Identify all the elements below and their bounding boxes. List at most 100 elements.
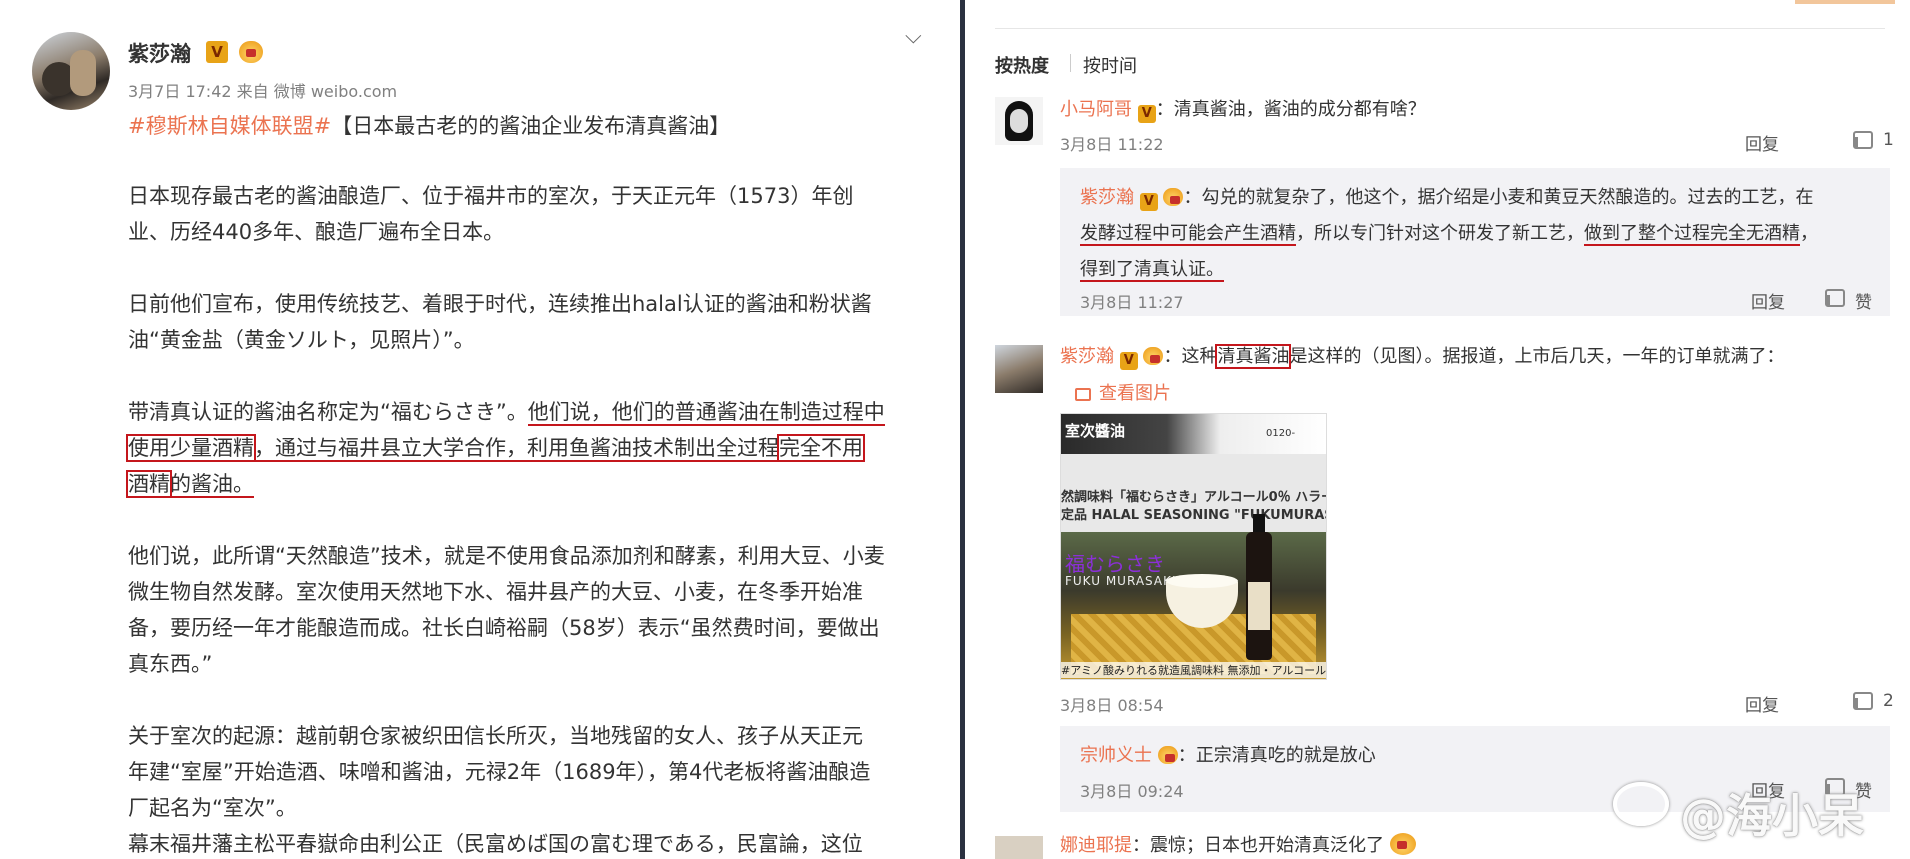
- like-icon[interactable]: [1825, 289, 1845, 307]
- text-line: 得到了清真认证。: [1080, 252, 1818, 288]
- member-crown-icon: [1157, 746, 1178, 764]
- comment-1: 小马阿哥 V ：清真酱油，酱油的成分都有啥？: [1060, 95, 1426, 123]
- commenter-name[interactable]: 小马阿哥: [1060, 99, 1132, 120]
- reply-time: 3月8日 09:24: [1080, 782, 1184, 801]
- image-phone-text: 0120-: [1266, 428, 1296, 439]
- comment-text: ：这种: [1163, 346, 1218, 367]
- reply-1: 紫莎瀚 V ：勾兑的就复杂了，他这个，据介绍是小麦和黄豆天然酿造的。过去的工艺，…: [1080, 180, 1818, 288]
- comment-text: ：正宗清真吃的就是放心: [1177, 745, 1376, 766]
- highlighted-text: 得到了清真认证。: [1080, 259, 1224, 282]
- text-line: 日本现存最古老的酱油酿造厂、位于福井市的室次，于天正元年（1573）年创: [128, 184, 854, 208]
- comments-panel: 按热度 按时间 小马阿哥 V ：清真酱油，酱油的成分都有啥？ 3月8日 11:22…: [965, 0, 1910, 859]
- text-line: 备，要历经一年才能酿造而成。社长白崎裕嗣（58岁）表示“虽然费时间，要做出: [128, 616, 880, 640]
- emoji-icon: [1389, 833, 1416, 855]
- reply-time: 3月8日 11:27: [1080, 293, 1184, 312]
- chevron-down-icon[interactable]: ⌵: [905, 24, 922, 49]
- poster-name[interactable]: 紫莎瀚: [128, 38, 191, 68]
- image-icon: [1075, 388, 1091, 401]
- text-line: 使用少量酒精，通过与福井县立大学合作，利用鱼酱油技术制出全过程完全不用: [126, 430, 938, 466]
- weibo-logo-icon: [1613, 782, 1669, 826]
- text-span: 带清真认证的酱油名称定为“福むらさき”。: [128, 400, 528, 424]
- text-line: 年建“室屋”开始造酒、味噌和酱油，元禄2年（1689年），第4代老板将酱油酿造: [128, 760, 871, 784]
- paragraph-5: 关于室次的起源：越前朝仓家被织田信长所灭，当地残留的女人、孩子从天正元 年建“室…: [128, 718, 938, 859]
- like-count: 2: [1883, 691, 1894, 711]
- highlighted-text: 发酵过程中可能会产生酒精: [1080, 223, 1296, 246]
- text-line: 酒精的酱油。: [126, 466, 938, 502]
- comment-text: ：勾兑的就复杂了，他这个，据介绍是小麦和黄豆天然酿造的。过去的工艺，在: [1183, 187, 1814, 208]
- text-line: 厂起名为“室次”。: [128, 796, 297, 820]
- product-image[interactable]: 室次醬油 0120- 然調味料「福むらさき」アルコール0％ ハラール 定品 HA…: [1060, 413, 1327, 680]
- highlighted-text: 使用少量酒精: [126, 434, 256, 462]
- image-header-text: 然調味料「福むらさき」アルコール0％ ハラール: [1061, 490, 1327, 505]
- comment-text: ，: [1800, 223, 1818, 244]
- comment-text: ：震惊；日本也开始清真泛化了: [1132, 835, 1384, 856]
- like-button[interactable]: 赞: [1855, 288, 1872, 313]
- comment-text: 是这样的（见图）。据报道，上市后几天，一年的订单就满了：: [1289, 346, 1785, 367]
- highlighted-text: 做到了整个过程完全无酒精: [1584, 223, 1800, 246]
- like-count: 1: [1883, 130, 1894, 150]
- commenter-avatar[interactable]: [995, 345, 1043, 393]
- highlighted-text: 的酱油。: [170, 472, 254, 498]
- commenter-name[interactable]: 紫莎瀚: [1060, 346, 1114, 367]
- comment-text: ：清真酱油，酱油的成分都有啥？: [1155, 99, 1426, 120]
- highlighted-text: 酒精: [126, 470, 172, 498]
- view-image-link[interactable]: 查看图片: [1075, 379, 1171, 405]
- text-line: 微生物自然发酵。室次使用天然地下水、福井县产的大豆、小麦，在冬季开始准: [128, 580, 863, 604]
- text-line: 真东西。”: [128, 652, 213, 676]
- commenter-avatar[interactable]: [995, 97, 1043, 145]
- comment-time: 3月8日 11:22: [1060, 135, 1164, 154]
- corner-button[interactable]: [1795, 0, 1895, 4]
- paragraph-1: 日本现存最古老的酱油酿造厂、位于福井市的室次，于天正元年（1573）年创 业、历…: [128, 178, 938, 250]
- post-meta: 3月7日 17:42 来自 微博 weibo.com: [128, 82, 398, 101]
- image-brand-text: 福むらさき: [1065, 552, 1165, 576]
- text-line: 紫莎瀚 V ：勾兑的就复杂了，他这个，据介绍是小麦和黄豆天然酿造的。过去的工艺，…: [1080, 180, 1818, 216]
- member-crown-icon: [1143, 347, 1164, 365]
- reply-button[interactable]: 回复: [1745, 130, 1779, 155]
- poster-avatar[interactable]: [32, 32, 110, 110]
- reply-2: 宗帅义士 ：正宗清真吃的就是放心: [1080, 741, 1376, 767]
- text-line: 幕末福井藩主松平春嶽命由利公正（民富めば国の富む理である，民富論，这位: [128, 832, 863, 856]
- verified-v-icon: V: [206, 41, 228, 63]
- sort-by-hot-tab[interactable]: 按热度: [995, 52, 1049, 78]
- sort-separator: [1070, 54, 1071, 72]
- paragraph-4: 他们说，此所谓“天然酿造”技术，就是不使用食品添加剂和酵素，利用大豆、小麦 微生…: [128, 538, 938, 682]
- commenter-name[interactable]: 紫莎瀚: [1080, 187, 1134, 208]
- like-icon[interactable]: [1853, 131, 1873, 149]
- comment-text: ，所以专门针对这个研发了新工艺，: [1296, 223, 1584, 244]
- text-line: 关于室次的起源：越前朝仓家被织田信长所灭，当地残留的女人、孩子从天正元: [128, 724, 863, 748]
- paragraph-2: 日前他们宣布，使用传统技艺、着眼于时代，连续推出halal认证的酱油和粉状酱 油…: [128, 286, 938, 358]
- commenter-name[interactable]: 娜迪耶提: [1060, 835, 1132, 856]
- sort-by-time-tab[interactable]: 按时间: [1083, 52, 1137, 78]
- highlighted-text: 他们说，他们的普通酱油在制造过程中: [527, 400, 885, 426]
- verified-v-icon: V: [1137, 105, 1156, 123]
- view-image-label: 查看图片: [1099, 383, 1171, 404]
- highlighted-text: ，通过与福井县立大学合作，利用鱼酱油技术制出全过程: [254, 436, 779, 462]
- reply-button[interactable]: 回复: [1745, 691, 1779, 716]
- commenter-avatar[interactable]: [995, 836, 1043, 859]
- post-headline: 【日本最古老的的酱油企业发布清真酱油】: [331, 114, 731, 138]
- comment-2: 紫莎瀚 V ：这种清真酱油是这样的（见图）。据报道，上市后几天，一年的订单就满了…: [1060, 342, 1784, 370]
- verified-v-icon: V: [1139, 193, 1158, 211]
- highlighted-text: 清真酱油: [1215, 344, 1292, 369]
- post-headline-line: #穆斯林自媒体联盟#【日本最古老的的酱油企业发布清真酱油】: [128, 108, 938, 144]
- paragraph-3: 带清真认证的酱油名称定为“福むらさき”。他们说，他们的普通酱油在制造过程中 使用…: [126, 394, 938, 502]
- text-line: 日前他们宣布，使用传统技艺、着眼于时代，连续推出halal认证的酱油和粉状酱: [128, 292, 872, 316]
- reply-button[interactable]: 回复: [1751, 288, 1785, 313]
- verified-v-icon: V: [1119, 352, 1138, 370]
- member-crown-icon: [239, 41, 263, 63]
- text-line: 带清真认证的酱油名称定为“福むらさき”。他们说，他们的普通酱油在制造过程中: [128, 394, 938, 430]
- topic-link[interactable]: #穆斯林自媒体联盟#: [128, 114, 331, 138]
- watermark: @海小呆: [1680, 789, 1864, 843]
- image-header-text: 定品 HALAL SEASONING "FUKUMURASAKI": [1061, 508, 1326, 523]
- comment-3: 娜迪耶提：震惊；日本也开始清真泛化了: [1060, 831, 1416, 857]
- highlighted-text: 完全不用: [777, 434, 865, 462]
- text-line: 油“黄金盐（黄金ソルト，见照片）”。: [128, 328, 475, 352]
- comment-time: 3月8日 08:54: [1060, 696, 1164, 715]
- member-crown-icon: [1163, 188, 1184, 206]
- text-line: 发酵过程中可能会产生酒精，所以专门针对这个研发了新工艺，做到了整个过程完全无酒精…: [1080, 216, 1818, 252]
- separator: [995, 28, 1885, 29]
- commenter-name[interactable]: 宗帅义士: [1080, 745, 1152, 766]
- image-caption: #アミノ酸みりれる就造風調味料 無添加・アルコール0%のハラールシーズニング: [1061, 662, 1327, 678]
- image-logo-text: 室次醬油: [1065, 422, 1126, 440]
- like-icon[interactable]: [1853, 692, 1873, 710]
